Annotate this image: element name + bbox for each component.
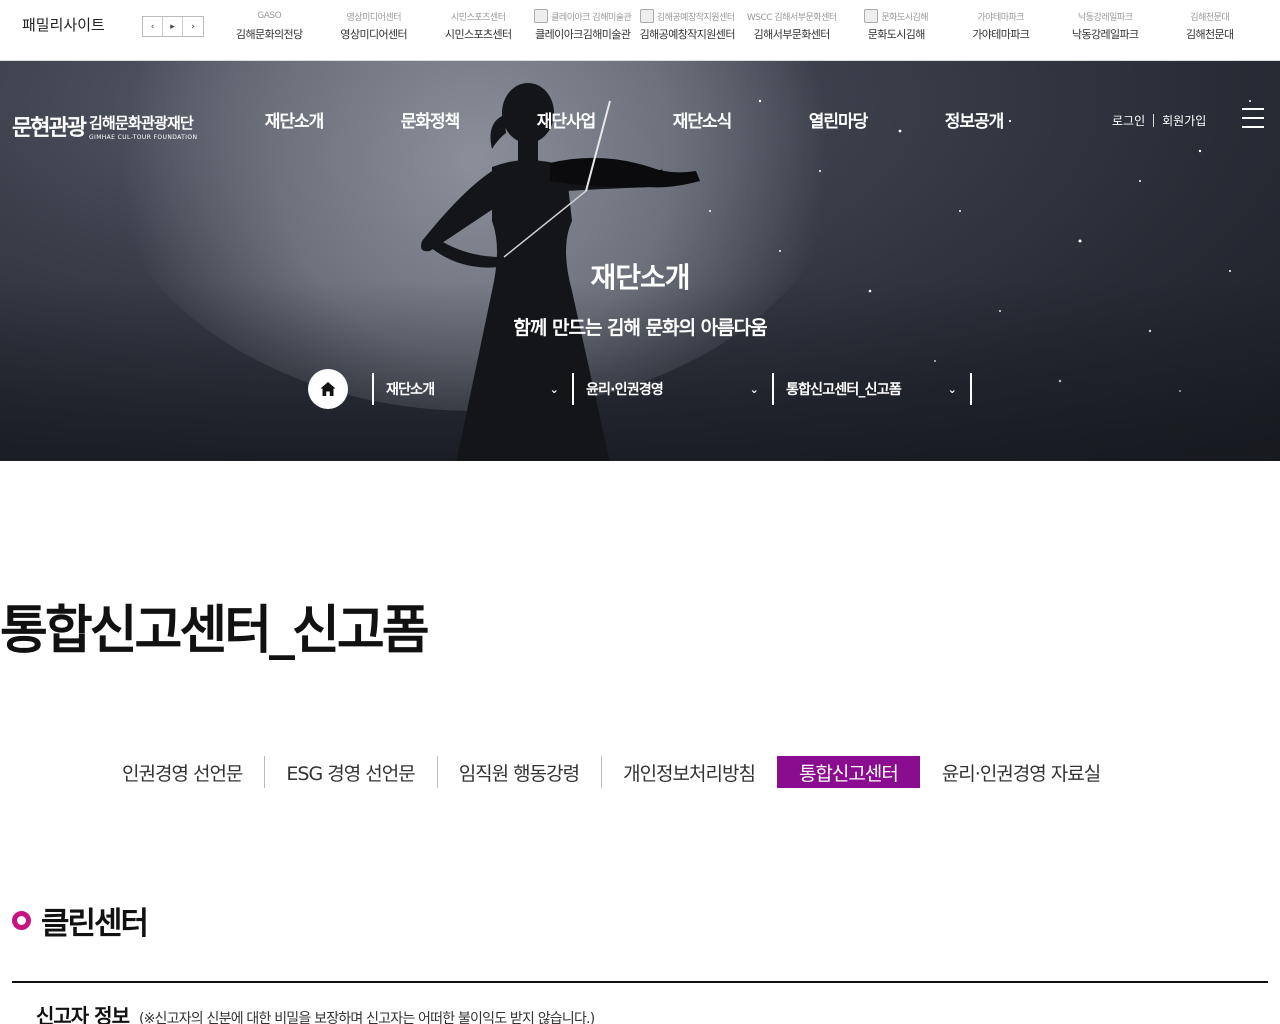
hero-subtitle: 함께 만드는 김해 문화의 아름다움 xyxy=(513,317,767,339)
section-heading: 클린센터 xyxy=(12,898,149,943)
tab-ethics-archive[interactable]: 윤리·인권경영 자료실 xyxy=(920,756,1122,788)
family-site-arrows: ‹ ▸ › xyxy=(142,16,204,37)
tab-esg-declaration[interactable]: ESG 경영 선언문 xyxy=(264,756,436,788)
home-icon xyxy=(320,382,336,396)
family-site-title: 패밀리사이트 xyxy=(22,16,105,34)
breadcrumb-label: 통합신고센터_신고폼 xyxy=(786,382,902,398)
join-link[interactable]: 회원가입 xyxy=(1162,112,1206,129)
family-site-item[interactable]: 시민스포츠센터 시민스포츠센터 xyxy=(426,0,531,60)
site-name: 클레이아크김해미술관 xyxy=(535,28,631,41)
nav-item-disclosure[interactable]: 정보공개 xyxy=(906,107,1042,132)
reporter-info-header: 신고자 정보 (※신고자의 신분에 대한 비밀을 보장하며 신고자는 어떠한 불… xyxy=(36,1000,595,1024)
breadcrumb: 재단소개 ⌄ 윤리·인권경영 ⌄ 통합신고센터_신고폼 ⌄ xyxy=(308,368,972,410)
reporter-heading: 신고자 정보 xyxy=(36,1004,130,1024)
site-logo: 낙동강레일파크 xyxy=(1078,12,1133,23)
site-name: 시민스포츠센터 xyxy=(444,28,512,41)
nav-item-community[interactable]: 열린마당 xyxy=(770,107,906,132)
tab-report-center[interactable]: 통합신고센터 xyxy=(776,756,920,788)
site-name: 문화도시김해 xyxy=(867,28,926,41)
family-site-bar: 패밀리사이트 ‹ ▸ › GASO 김해문화의전당 영상미디어센터 영상미디어센… xyxy=(0,0,1280,61)
page-title: 통합신고센터_신고폼 xyxy=(0,601,430,661)
section-divider xyxy=(12,981,1268,983)
site-logo: 가야테마파크 xyxy=(977,12,1025,23)
family-site-item[interactable]: 김해공예창작지원센터 김해공예창작지원센터 xyxy=(635,0,740,60)
next-arrow-icon[interactable]: › xyxy=(183,17,203,36)
site-name: 김해서부문화센터 xyxy=(753,28,831,41)
hero-title: 재단소개 xyxy=(590,261,690,294)
tab-human-rights-declaration[interactable]: 인권경영 선언문 xyxy=(100,756,264,788)
site-name: 낙동강레일파크 xyxy=(1071,28,1139,41)
nav-item-policy[interactable]: 문화정책 xyxy=(362,107,498,132)
family-site-item[interactable]: 낙동강레일파크 낙동강레일파크 xyxy=(1053,0,1158,60)
site-logo: 문화도시김해 xyxy=(864,4,929,28)
site-logo: 김해천문대 xyxy=(1190,12,1230,23)
reporter-note: (※신고자의 신분에 대한 비밀을 보장하며 신고자는 어떠한 불이익도 받지 … xyxy=(138,1011,595,1024)
prev-arrow-icon[interactable]: ‹ xyxy=(143,17,163,36)
nav-item-news[interactable]: 재단소식 xyxy=(634,107,770,132)
site-logo: 영상미디어센터 xyxy=(346,12,402,23)
util-divider xyxy=(1153,114,1155,127)
site-name: 김해공예창작지원센터 xyxy=(639,28,736,41)
family-site-list: GASO 김해문화의전당 영상미디어센터 영상미디어센터 시민스포츠센터 시민스… xyxy=(217,0,1262,60)
home-button[interactable] xyxy=(308,369,348,409)
menu-icon[interactable] xyxy=(1242,108,1264,128)
site-name: 김해문화의전당 xyxy=(235,28,303,41)
breadcrumb-label: 윤리·인권경영 xyxy=(586,382,664,398)
site-logo: 김해공예창작지원센터 xyxy=(639,4,735,28)
site-name: 영상미디어센터 xyxy=(340,28,408,41)
breadcrumb-depth2[interactable]: 윤리·인권경영 ⌄ xyxy=(572,373,772,405)
chevron-down-icon: ⌄ xyxy=(947,382,957,396)
login-link[interactable]: 로그인 xyxy=(1112,112,1145,129)
nav-item-projects[interactable]: 재단사업 xyxy=(498,107,634,132)
family-site-item[interactable]: WSCC 김해서부문화센터 김해서부문화센터 xyxy=(740,0,845,60)
family-site-item[interactable]: 영상미디어센터 영상미디어센터 xyxy=(322,0,427,60)
site-logo: WSCC 김해서부문화센터 xyxy=(746,12,837,23)
site-logo: 시민스포츠센터 xyxy=(451,12,506,23)
foundation-logo[interactable]: 문현관광 김해문화관광재단 GIMHAE CUL-TOUR FOUNDATION xyxy=(12,110,197,142)
logo-korean: 김해문화관광재단 xyxy=(88,113,194,132)
site-logo: GASO xyxy=(257,11,282,21)
tab-privacy-policy[interactable]: 개인정보처리방침 xyxy=(601,756,777,788)
family-site-item[interactable]: 가야테마파크 가야테마파크 xyxy=(949,0,1054,60)
util-links: 로그인 회원가입 xyxy=(1112,112,1206,129)
tab-code-of-conduct[interactable]: 임직원 행동강령 xyxy=(436,756,601,788)
chevron-down-icon: ⌄ xyxy=(749,382,759,396)
section-title: 클린센터 xyxy=(41,906,149,942)
main-nav: 재단소개 문화정책 재단사업 재단소식 열린마당 정보공개 xyxy=(226,107,1042,132)
breadcrumb-depth1[interactable]: 재단소개 ⌄ xyxy=(372,373,572,405)
family-site-item[interactable]: GASO 김해문화의전당 xyxy=(217,0,322,60)
breadcrumb-label: 재단소개 xyxy=(386,382,435,398)
family-site-item[interactable]: 문화도시김해 문화도시김해 xyxy=(844,0,949,60)
site-name: 김해천문대 xyxy=(1185,28,1234,41)
logo-mark: 문현관광 xyxy=(12,116,87,141)
site-name: 가야테마파크 xyxy=(972,28,1030,41)
hero-banner: 문현관광 김해문화관광재단 GIMHAE CUL-TOUR FOUNDATION… xyxy=(0,61,1280,461)
play-icon[interactable]: ▸ xyxy=(163,17,183,36)
nav-item-about[interactable]: 재단소개 xyxy=(226,107,362,132)
chevron-down-icon: ⌄ xyxy=(549,382,559,396)
ring-bullet-icon xyxy=(12,911,31,930)
family-site-item[interactable]: 클레이아크 김해미술관 클레이아크김해미술관 xyxy=(531,0,636,60)
logo-english: GIMHAE CUL-TOUR FOUNDATION xyxy=(88,133,198,141)
site-logo: 클레이아크 김해미술관 xyxy=(534,4,632,28)
breadcrumb-depth3[interactable]: 통합신고센터_신고폼 ⌄ xyxy=(772,373,972,405)
family-site-item[interactable]: 김해천문대 김해천문대 xyxy=(1158,0,1263,60)
sub-tabs: 인권경영 선언문 ESG 경영 선언문 임직원 행동강령 개인정보처리방침 통합… xyxy=(100,756,1122,788)
